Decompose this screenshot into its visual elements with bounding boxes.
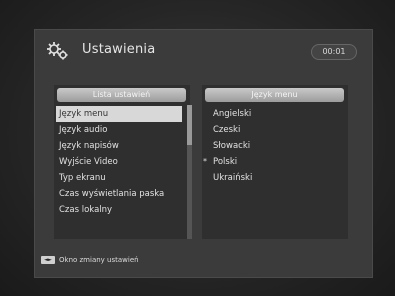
scrollbar-thumb[interactable] xyxy=(187,105,192,145)
option-ukrainian[interactable]: Ukraiński xyxy=(210,170,344,186)
page-title: Ustawienia xyxy=(82,42,156,57)
option-czech[interactable]: Czeski xyxy=(210,122,344,138)
option-polish[interactable]: * Polski xyxy=(203,154,344,170)
settings-item-subtitle-language[interactable]: Język napisów xyxy=(56,138,182,154)
settings-item-screen-type[interactable]: Typ ekranu xyxy=(56,170,182,186)
settings-list-header: Lista ustawień xyxy=(57,88,186,102)
settings-item-video-output[interactable]: Wyjście Video xyxy=(56,154,182,170)
option-slovak[interactable]: Słowacki xyxy=(210,138,344,154)
footer-hint: Okno zmiany ustawień xyxy=(59,256,139,264)
options-header: Język menu xyxy=(205,88,344,102)
radio-checked-icon: * xyxy=(203,157,207,166)
footer-bar: ◄► Okno zmiany ustawień xyxy=(35,248,372,277)
settings-item-banner-time[interactable]: Czas wyświetlania paska xyxy=(56,186,182,202)
settings-item-menu-language[interactable]: Język menu xyxy=(56,106,182,122)
settings-item-audio-language[interactable]: Język audio xyxy=(56,122,182,138)
clock: 00:01 xyxy=(311,44,357,60)
option-polish-label: Polski xyxy=(213,157,238,167)
gear-icon xyxy=(47,42,68,60)
header-bar: Ustawienia 00:01 xyxy=(35,30,372,70)
options-panel: Język menu Angielski Czeski Słowacki * Po… xyxy=(202,85,348,239)
scrollbar[interactable] xyxy=(187,105,192,239)
arrow-keys-icon: ◄► xyxy=(41,256,55,264)
settings-list: Język menu Język audio Język napisów Wyj… xyxy=(56,106,182,218)
settings-list-panel: Lista ustawień Język menu Język audio Ję… xyxy=(54,85,190,239)
option-english[interactable]: Angielski xyxy=(210,106,344,122)
settings-screen: Ustawienia 00:01 Lista ustawień Język me… xyxy=(34,29,373,278)
settings-item-local-time[interactable]: Czas lokalny xyxy=(56,202,182,218)
options-list: Angielski Czeski Słowacki * Polski Ukraiń… xyxy=(203,106,344,186)
